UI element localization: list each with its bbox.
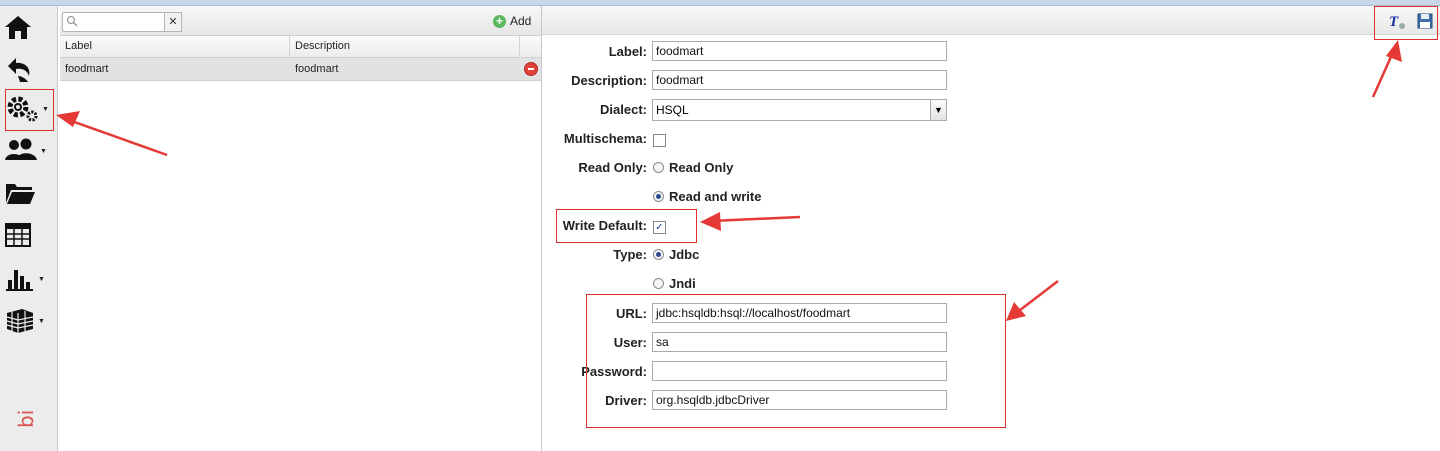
table-button[interactable] bbox=[4, 218, 50, 252]
left-toolbar: ▼ ▼ ▼ ▼ bi bbox=[0, 6, 58, 451]
column-header-label[interactable]: Label bbox=[60, 36, 290, 57]
jndi-radio[interactable] bbox=[653, 278, 664, 289]
bar-chart-icon bbox=[6, 270, 33, 291]
chevron-down-icon: ▼ bbox=[38, 275, 45, 283]
chevron-down-icon: ▼ bbox=[38, 317, 45, 325]
chevron-down-icon: ▼ bbox=[40, 147, 47, 155]
list-toolbar: ✕ + Add bbox=[60, 6, 541, 36]
clear-search-button[interactable]: ✕ bbox=[164, 12, 182, 32]
charts-menu-button[interactable]: ▼ bbox=[4, 262, 50, 296]
table-icon bbox=[5, 223, 31, 247]
description-input[interactable]: foodmart bbox=[652, 70, 947, 90]
app-logo: bi bbox=[14, 409, 38, 428]
type-field-label: Type: bbox=[613, 247, 647, 262]
jdbc-radio[interactable] bbox=[653, 249, 664, 260]
readonly-radio[interactable] bbox=[653, 162, 664, 173]
home-button[interactable] bbox=[4, 10, 50, 44]
undo-button[interactable] bbox=[4, 52, 50, 86]
undo-icon bbox=[8, 58, 30, 82]
folder-button[interactable] bbox=[4, 176, 50, 210]
label-input[interactable]: foodmart bbox=[652, 41, 947, 61]
dialect-select[interactable]: HSQL ▼ bbox=[652, 99, 947, 121]
jndi-option-label: Jndi bbox=[669, 276, 696, 291]
row-label: foodmart bbox=[65, 63, 109, 75]
add-label: Add bbox=[510, 14, 532, 28]
users-menu-button[interactable]: ▼ bbox=[4, 134, 50, 168]
description-field-label: Description: bbox=[571, 73, 647, 88]
search-icon bbox=[66, 15, 78, 27]
multischema-checkbox[interactable] bbox=[653, 134, 666, 147]
highlight-box-toolbar-icons bbox=[1374, 6, 1438, 40]
readwrite-radio[interactable] bbox=[653, 191, 664, 202]
home-icon bbox=[5, 16, 31, 39]
highlight-box-connection bbox=[586, 294, 1006, 428]
folder-icon bbox=[6, 184, 35, 204]
highlight-box-write-default bbox=[556, 209, 697, 243]
label-field-label: Label: bbox=[608, 44, 647, 59]
add-icon: + bbox=[493, 14, 506, 28]
readonly-option-label: Read Only bbox=[669, 160, 734, 175]
cube-icon bbox=[6, 309, 34, 333]
users-icon bbox=[5, 138, 37, 160]
chevron-down-icon: ▼ bbox=[930, 100, 946, 120]
jdbc-option-label: Jdbc bbox=[669, 247, 700, 262]
multischema-field-label: Multischema: bbox=[563, 131, 647, 146]
highlight-box-settings bbox=[5, 89, 54, 131]
add-button[interactable]: + Add bbox=[493, 14, 531, 28]
readwrite-option-label: Read and write bbox=[669, 189, 762, 204]
cube-menu-button[interactable]: ▼ bbox=[4, 304, 50, 338]
dialect-field-label: Dialect: bbox=[600, 102, 647, 117]
dialect-value: HSQL bbox=[656, 103, 689, 117]
detail-toolbar: T bbox=[542, 6, 1440, 35]
readonly-field-label: Read Only: bbox=[578, 160, 647, 175]
